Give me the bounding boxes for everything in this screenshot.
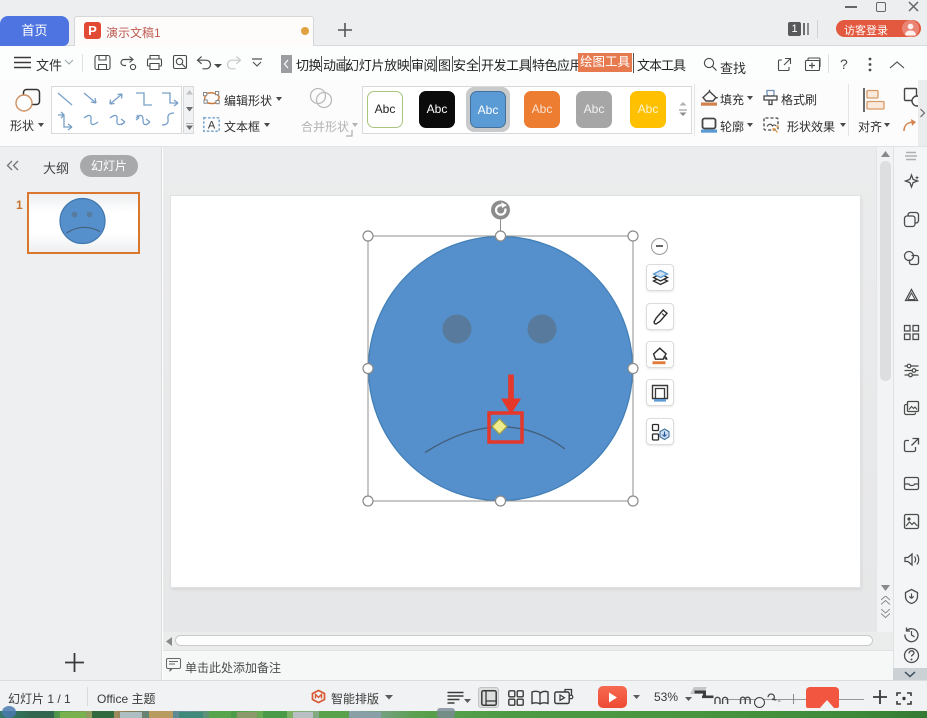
svg-text:A: A	[208, 120, 216, 132]
